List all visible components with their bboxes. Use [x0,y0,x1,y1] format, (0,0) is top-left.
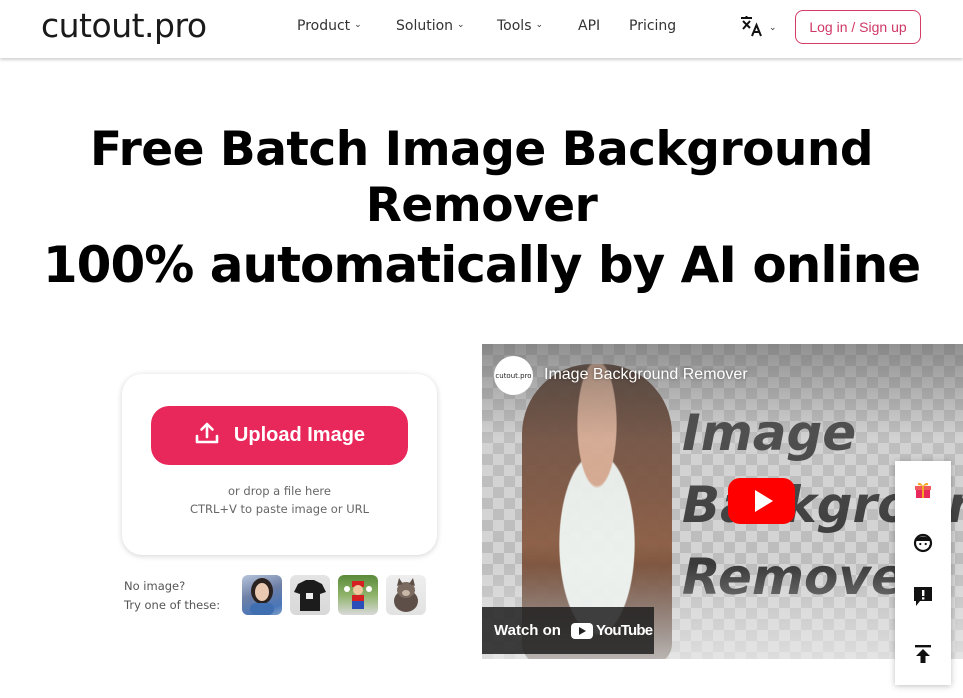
sample-label-line-2: Try one of these: [124,598,221,612]
drop-hint: or drop a file here [228,484,331,498]
language-selector[interactable]: ⌄ [740,15,777,42]
feedback-icon [913,586,933,612]
title-line-1: Free Batch Image Background [90,122,873,177]
nav-solution[interactable]: Solution ⌄ [396,18,465,34]
nav-pricing-label: Pricing [629,18,677,34]
upload-image-button[interactable]: Upload Image [151,406,408,465]
logo[interactable]: cutout.pro [41,6,207,45]
nav-solution-label: Solution [396,18,454,34]
video-title[interactable]: Image Background Remover [544,366,748,384]
sample-image-puppy[interactable] [386,575,426,615]
youtube-logo: YouTube [570,622,653,639]
nav-pricing[interactable]: Pricing [629,18,676,34]
upload-icon [194,420,220,452]
youtube-wordmark: YouTube [595,622,653,639]
sample-label-line-1: No image? [124,579,186,593]
floating-side-panel [895,461,951,685]
upload-image-label: Upload Image [233,424,366,446]
play-button[interactable] [728,478,795,524]
translate-icon [740,15,764,42]
gift-icon [913,479,933,503]
back-to-top-icon [914,644,932,668]
title-line-2: Remover [365,178,598,233]
gift-button[interactable] [895,471,951,511]
sample-image-child[interactable] [242,575,282,615]
customer-support-button[interactable] [895,525,951,565]
play-icon [754,490,773,512]
paste-hint: CTRL+V to paste image or URL [189,502,370,516]
watch-on-youtube-button[interactable]: Watch on YouTube [482,607,654,654]
chevron-down-icon: ⌄ [354,20,362,30]
sample-image-mario[interactable] [338,575,378,615]
top-nav-bar: cutout.pro Product ⌄ Solution ⌄ Tools ⌄ … [0,0,963,58]
support-agent-icon [912,532,934,558]
channel-avatar[interactable]: cutout.pro [494,356,533,395]
youtube-video-embed[interactable]: Image Background Remover cutout.pro Imag… [482,344,963,659]
nav-product[interactable]: Product ⌄ [297,18,362,34]
feedback-button[interactable] [895,579,951,619]
chevron-down-icon: ⌄ [457,20,465,30]
nav-api[interactable]: API [578,18,600,34]
chevron-down-icon: ⌄ [535,20,544,30]
back-to-top-button[interactable] [895,636,951,676]
watch-on-label: Watch on [494,622,561,639]
chevron-down-icon: ⌄ [769,22,777,33]
page-title: Free Batch Image Background Remover 100%… [0,122,963,296]
nav-product-label: Product [297,18,351,34]
login-signup-button[interactable]: Log in / Sign up [795,10,921,44]
nav-api-label: API [578,18,601,34]
nav-tools-label: Tools [497,18,532,34]
youtube-icon [570,622,593,639]
nav-tools[interactable]: Tools ⌄ [497,18,543,34]
sample-image-tshirt[interactable] [290,575,330,615]
sample-images-label: No image? Try one of these: [124,577,220,615]
title-line-3: 100% automatically by AI online [42,236,921,294]
upload-dropzone[interactable]: Upload Image or drop a file here CTRL+V … [122,374,437,555]
